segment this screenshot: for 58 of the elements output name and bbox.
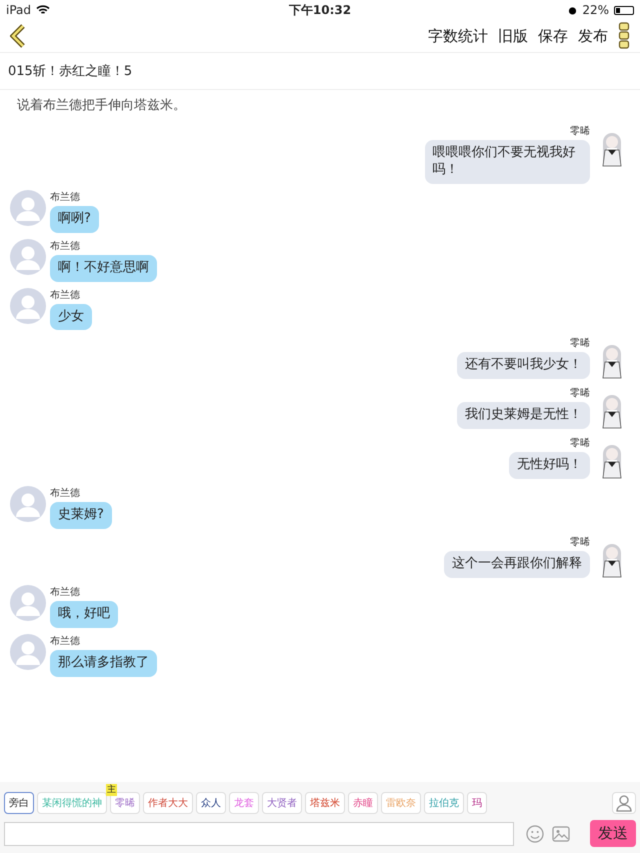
- sender-name: 布兰德: [50, 192, 80, 204]
- sender-name: 布兰德: [50, 240, 80, 253]
- device-name: iPad: [6, 3, 32, 17]
- message-input[interactable]: [4, 822, 514, 846]
- toolbar-action[interactable]: 发布: [578, 26, 608, 46]
- image-icon[interactable]: [552, 826, 570, 842]
- message-bubble: 哦，好吧: [50, 601, 118, 628]
- character-chip[interactable]: 众人: [196, 792, 226, 814]
- person-icon: [616, 794, 632, 812]
- person-button[interactable]: [612, 792, 636, 814]
- character-chip[interactable]: 赤瞳: [348, 792, 378, 814]
- message-bubble: 我们史莱姆是无性！: [457, 402, 590, 430]
- message-bubble: 无性好吗！: [509, 452, 590, 480]
- sender-name: 零晞: [570, 388, 590, 400]
- sender-name: 布兰德: [50, 488, 80, 500]
- message-bubble: 这个一会再跟你们解释: [444, 551, 590, 578]
- sender-name: 布兰德: [50, 290, 80, 302]
- wifi-icon: [36, 5, 50, 15]
- character-chip[interactable]: 旁白: [4, 792, 34, 814]
- sender-name: 零晞: [570, 338, 590, 350]
- sender-name: 布兰德: [50, 636, 80, 648]
- message-bubble: 喂喂喂你们不要无视我好吗！: [424, 140, 590, 184]
- avatar-icon: [10, 238, 46, 275]
- emoji-icon[interactable]: [526, 824, 544, 842]
- message-bubble: 少女: [50, 304, 92, 330]
- back-button[interactable]: [10, 24, 26, 48]
- more-icon[interactable]: [618, 22, 630, 50]
- sender-name: 布兰德: [50, 587, 80, 600]
- message-bubble: 还有不要叫我少女！: [457, 352, 590, 380]
- character-chip[interactable]: 龙套: [229, 792, 259, 814]
- main-badge: 主: [106, 784, 117, 796]
- avatar-icon: [10, 585, 46, 622]
- chapter-title: 015斩！赤红之瞳！5: [0, 53, 640, 90]
- avatar-icon: [10, 486, 46, 522]
- character-chip[interactable]: 作者大大: [143, 792, 193, 814]
- avatar-icon: [10, 288, 46, 324]
- character-chip[interactable]: 大贤者: [262, 792, 302, 814]
- message-bubble: 啊咧?: [50, 206, 99, 233]
- toolbar-action[interactable]: 保存: [538, 26, 568, 46]
- message-bubble: 史莱姆?: [50, 502, 112, 530]
- send-button[interactable]: 发送: [590, 820, 636, 847]
- avatar-icon: [10, 634, 46, 670]
- toolbar-action[interactable]: 字数统计: [428, 26, 488, 46]
- avatar-icon: [10, 190, 46, 226]
- character-chip[interactable]: 塔兹米: [305, 792, 345, 814]
- sender-name: 零晞: [570, 126, 590, 138]
- message-bubble: 啊！不好意思啊: [50, 254, 157, 282]
- narration-text: 说着布兰德把手伸向塔兹米。: [16, 97, 187, 115]
- character-chip[interactable]: 玛: [467, 792, 487, 814]
- character-chip[interactable]: 零晞: [110, 792, 140, 814]
- battery-percent: 22%: [582, 3, 609, 17]
- sender-name: 零晞: [570, 438, 590, 450]
- message-bubble: 那么请多指教了: [50, 650, 157, 678]
- battery-icon: [614, 6, 634, 14]
- clock-time: 下午10:32: [288, 2, 352, 18]
- sender-name: 零晞: [570, 537, 590, 550]
- character-chip[interactable]: 拉伯克: [424, 792, 464, 814]
- toolbar-action[interactable]: 旧版: [498, 26, 528, 46]
